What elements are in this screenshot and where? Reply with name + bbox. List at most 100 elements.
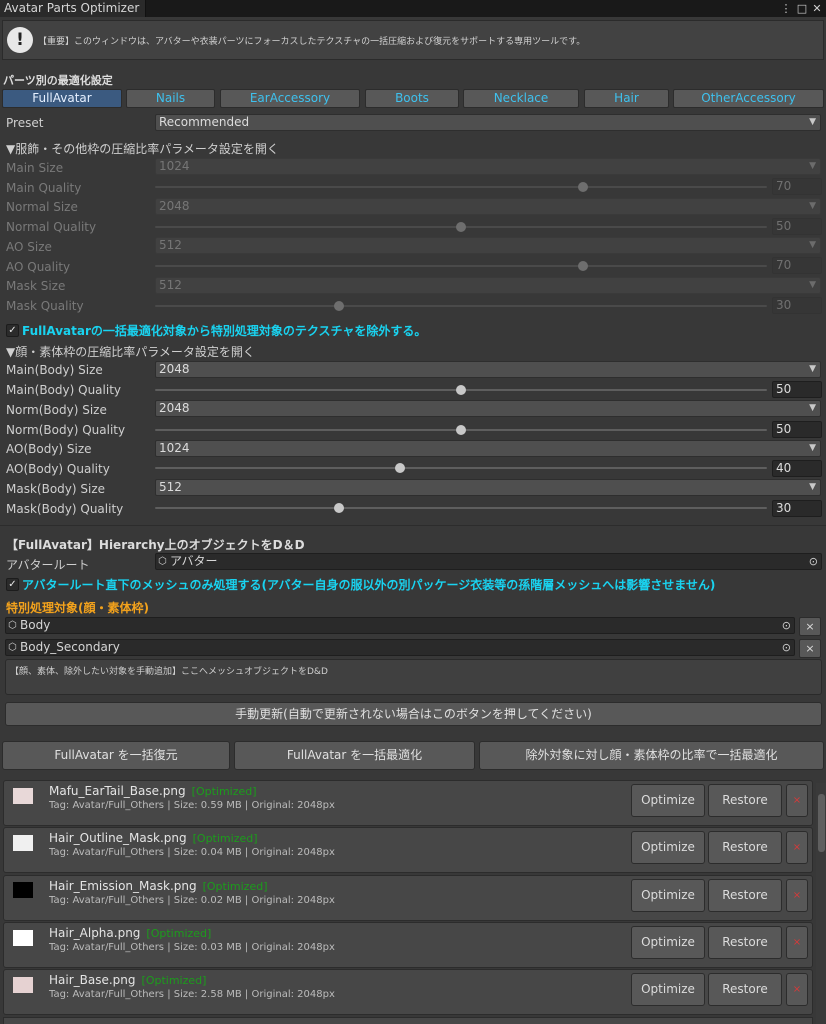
delete-button[interactable]: × [786,926,808,959]
quality-field[interactable]: 50 [772,421,822,438]
slider-track[interactable] [155,467,767,469]
param-label: Main(Body) Quality [6,383,121,397]
size-dropdown: 512 ▼ [155,277,821,294]
optimize-button[interactable]: Optimize [631,831,705,864]
mesh-only-checkbox-label: アバタールート直下のメッシュのみ処理する(アバター自身の服以外の別パッケージ衣装… [22,578,716,592]
close-icon[interactable]: ✕ [810,0,824,17]
slider-thumb[interactable] [333,503,344,513]
exclude-checkbox[interactable]: ✓ [6,324,19,337]
quality-field: 50 [772,218,822,235]
delete-button[interactable]: × [786,973,808,1006]
slider-thumb[interactable] [456,385,466,395]
tab-nails[interactable]: Nails [126,89,215,108]
slider-track[interactable] [155,507,767,509]
slider-thumb[interactable] [394,463,405,473]
delete-button[interactable]: × [786,784,808,817]
tab-boots[interactable]: Boots [365,89,459,108]
optimized-badge: [Optimized] [146,927,212,940]
chevron-down-icon: ▼ [809,117,816,127]
param-label: Mask(Body) Size [6,482,106,496]
bulk-optimize-button[interactable]: FullAvatar を一括最適化 [234,741,475,770]
size-value: 1024 [159,441,190,455]
others-foldout[interactable]: ▼服飾・その他枠の圧縮比率パラメータ設定を開く [6,140,279,157]
size-dropdown[interactable]: 2048 ▼ [155,361,821,378]
optimized-badge: [Optimized] [192,832,258,845]
tab-necklace[interactable]: Necklace [463,89,579,108]
param-label: Mask Quality [6,299,84,313]
size-value: 1024 [159,159,190,173]
quality-field[interactable]: 50 [772,381,822,398]
restore-button[interactable]: Restore [708,831,782,864]
tab-otheraccessory[interactable]: OtherAccessory [673,89,824,108]
restore-button[interactable]: Restore [708,973,782,1006]
bulk-restore-button[interactable]: FullAvatar を一括復元 [2,741,230,770]
size-value: 512 [159,278,182,292]
body-foldout[interactable]: ▼顔・素体枠の圧縮比率パラメータ設定を開く [6,343,255,360]
special-object-value: Body_Secondary [20,640,120,654]
delete-button[interactable]: × [786,831,808,864]
target-icon[interactable]: ⊙ [782,618,791,633]
optimize-button[interactable]: Optimize [631,784,705,817]
texture-row-partial [3,1017,813,1024]
remove-object-button[interactable]: × [799,639,821,658]
slider-track [155,305,767,307]
avatar-root-label: アバタールート [6,558,90,572]
param-label: AO Size [6,240,52,254]
special-object-field[interactable]: ⬡ Body ⊙ [5,617,795,634]
target-icon[interactable]: ⊙ [809,554,818,569]
size-value: 2048 [159,401,190,415]
warning-icon: ! [7,27,33,53]
restore-button[interactable]: Restore [708,926,782,959]
param-label: AO(Body) Size [6,442,92,456]
texture-name: Hair_Alpha.png [Optimized] [49,926,211,940]
texture-filename: Hair_Alpha.png [49,926,141,940]
restore-button[interactable]: Restore [708,879,782,912]
maximize-icon[interactable]: □ [795,0,809,17]
manual-update-button[interactable]: 手動更新(自動で更新されない場合はこのボタンを押してください) [5,702,822,726]
slider-thumb [333,301,344,311]
preset-dropdown[interactable]: Recommended ▼ [155,114,821,131]
delete-button[interactable]: × [786,879,808,912]
section-title: パーツ別の最適化設定 [3,74,113,87]
chevron-down-icon: ▼ [809,280,816,290]
tab-hair[interactable]: Hair [584,89,669,108]
slider-track [155,186,767,188]
bulk-optimize-excluded-button[interactable]: 除外対象に対し顔・素体枠の比率で一括最適化 [479,741,824,770]
cube-icon: ⬡ [8,620,17,631]
texture-name: Mafu_EarTail_Base.png [Optimized] [49,784,257,798]
optimized-badge: [Optimized] [191,785,257,798]
tab-earaccessory[interactable]: EarAccessory [220,89,360,108]
texture-meta: Tag: Avatar/Full_Others | Size: 2.58 MB … [49,989,335,1000]
avatar-root-field[interactable]: ⬡ アバター ⊙ [155,553,822,570]
size-dropdown[interactable]: 2048 ▼ [155,400,821,417]
drop-zone[interactable]: 【顔、素体、除外したい対象を手動追加】ここへメッシュオブジェクトをD&D [5,659,822,695]
special-object-field[interactable]: ⬡ Body_Secondary ⊙ [5,639,795,656]
param-label: AO(Body) Quality [6,462,110,476]
window-tab[interactable]: Avatar Parts Optimizer [0,0,146,17]
notice-text: 【重要】このウィンドウは、アバターや衣装パーツにフォーカスしたテクスチャの一括圧… [38,37,586,47]
texture-meta: Tag: Avatar/Full_Others | Size: 0.59 MB … [49,800,335,811]
cube-icon: ⬡ [158,556,167,567]
texture-name: Hair_Emission_Mask.png [Optimized] [49,879,268,893]
kebab-menu-icon[interactable]: ⋮ [780,0,792,17]
optimize-button[interactable]: Optimize [631,879,705,912]
target-icon[interactable]: ⊙ [782,640,791,655]
param-label: Main Quality [6,181,82,195]
size-value: 2048 [159,199,190,213]
size-value: 512 [159,238,182,252]
remove-object-button[interactable]: × [799,617,821,636]
scrollbar-thumb[interactable] [818,794,825,852]
tab-fullavatar[interactable]: FullAvatar [2,89,122,108]
optimize-button[interactable]: Optimize [631,973,705,1006]
preset-value: Recommended [159,115,250,129]
quality-field[interactable]: 30 [772,500,822,517]
param-label: Main Size [6,161,64,175]
size-dropdown[interactable]: 1024 ▼ [155,440,821,457]
size-dropdown[interactable]: 512 ▼ [155,479,821,496]
slider-thumb[interactable] [456,425,466,435]
slider-thumb [578,182,589,192]
quality-field[interactable]: 40 [772,460,822,477]
mesh-only-checkbox[interactable]: ✓ [6,578,19,591]
optimize-button[interactable]: Optimize [631,926,705,959]
restore-button[interactable]: Restore [708,784,782,817]
